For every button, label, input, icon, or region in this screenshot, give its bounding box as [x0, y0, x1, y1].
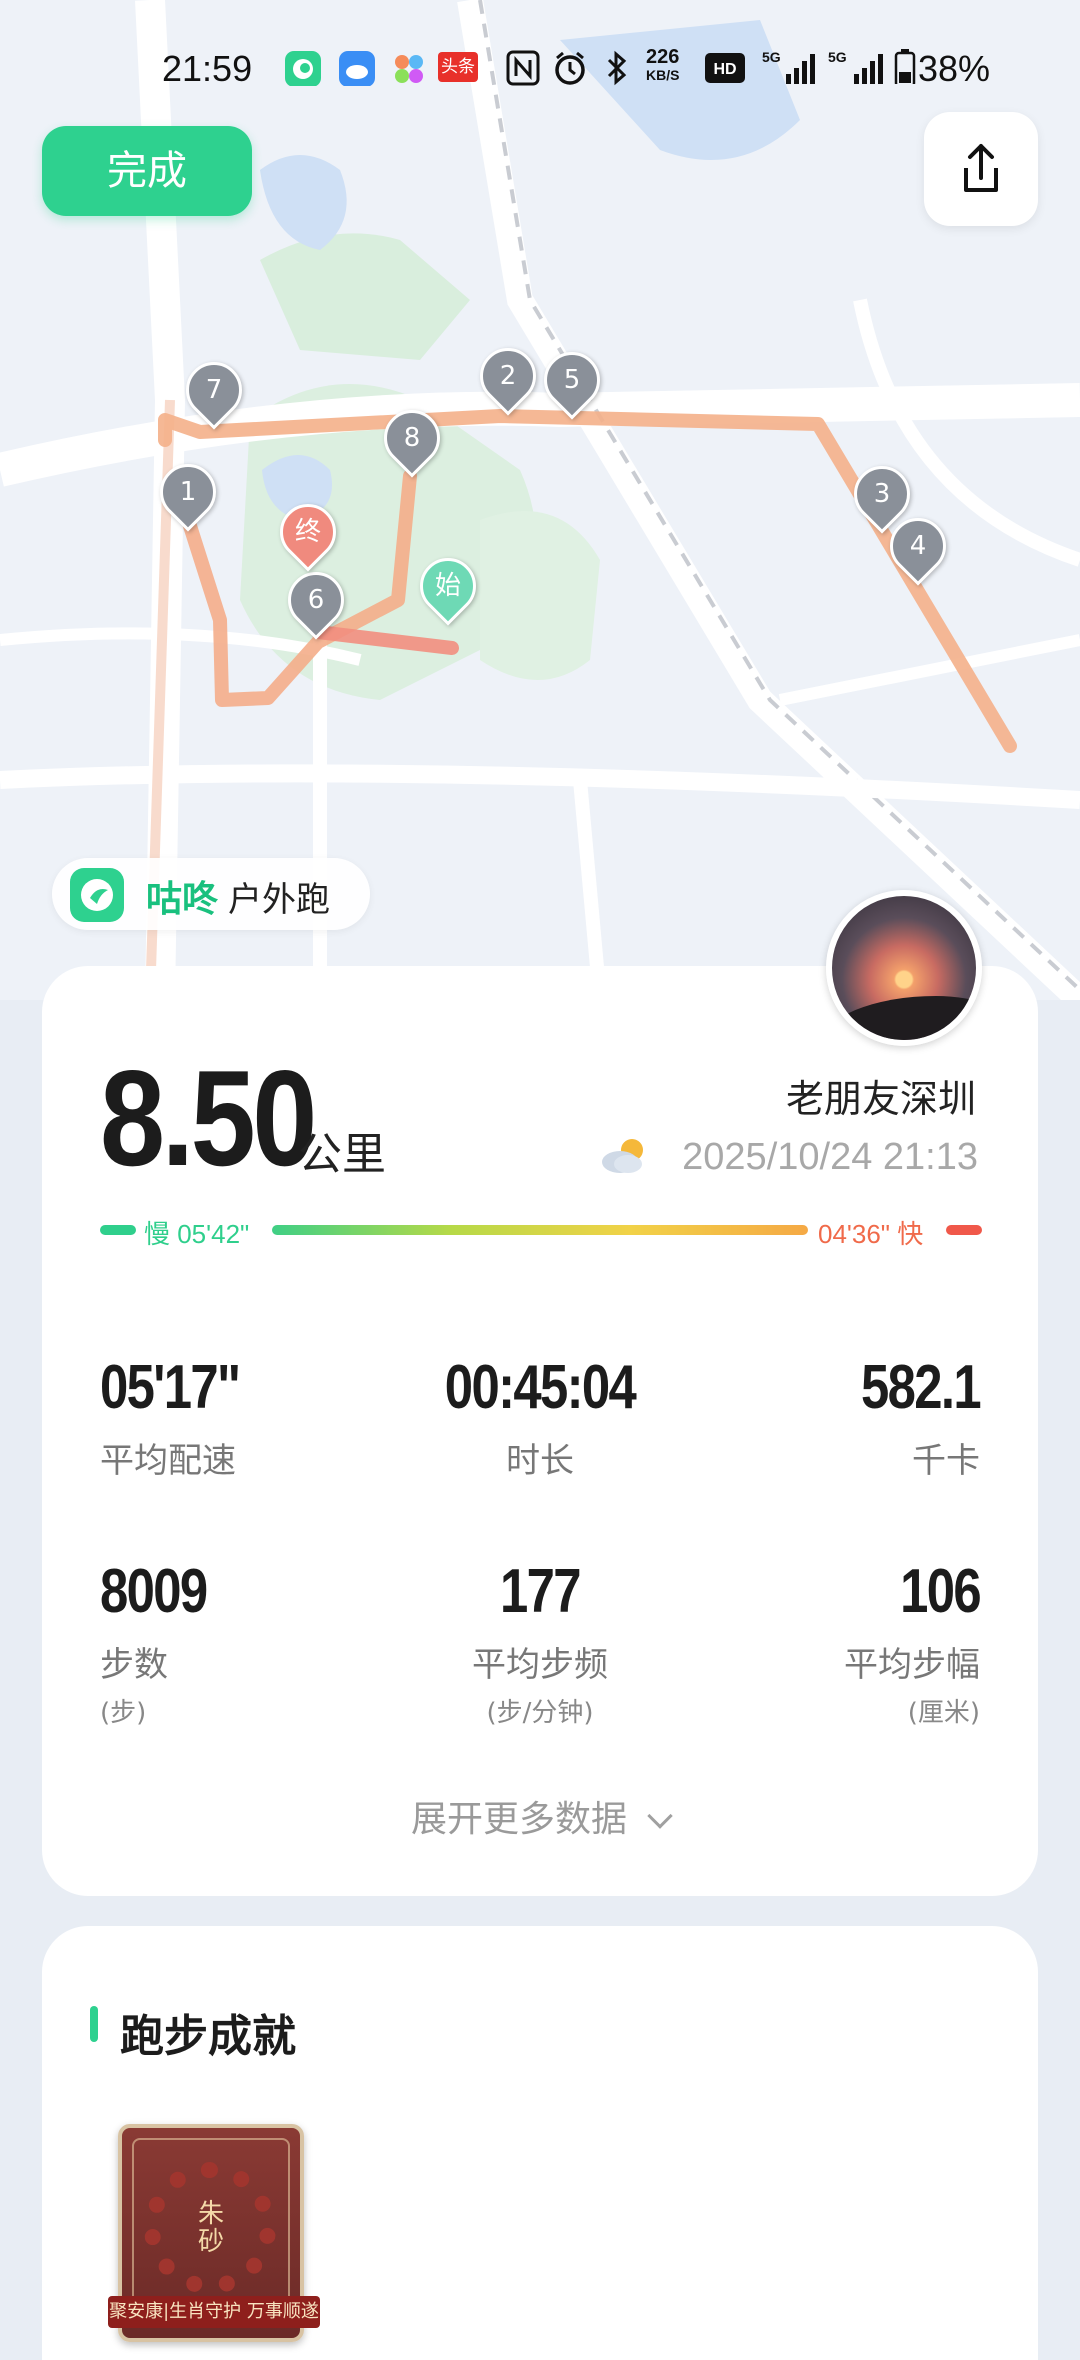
expand-more-button[interactable]: 展开更多数据 [0, 1790, 1080, 1842]
alarm-icon [555, 51, 585, 85]
toutiao-icon: 头条 [438, 52, 478, 82]
brand-chip: 咕咚 户外跑 [52, 858, 370, 930]
section-accent-bar [90, 2006, 98, 2042]
distance-unit: 公里 [298, 1129, 386, 1180]
km-marker-2[interactable]: 2 [468, 336, 548, 418]
bluetooth-icon [607, 50, 627, 86]
badge-caption: 聚安康|生肖守护 万事顺遂 [108, 2296, 320, 2328]
stat-avg-pace: 05'17" 平均配速 [100, 1353, 241, 1481]
brand-name: 咕咚 [146, 879, 219, 920]
end-marker[interactable]: 终 [268, 492, 348, 574]
user-nickname: 老朋友深圳 [785, 1077, 976, 1121]
pace-range-bar: 慢 05'42" 04'36" 快 [100, 1214, 982, 1249]
colorful-app-icon [395, 55, 423, 83]
battery-icon [894, 49, 916, 84]
km-marker-8[interactable]: 8 [372, 398, 452, 480]
svg-text:5G: 5G [762, 49, 781, 65]
share-button[interactable] [924, 112, 1038, 226]
partly-cloudy-icon [602, 1139, 643, 1173]
signal-5g-icon: 5G [762, 49, 815, 84]
svg-text:HD: HD [713, 61, 736, 78]
achievements-title: 跑步成就 [120, 2011, 296, 2062]
km-marker-6[interactable]: 6 [276, 560, 356, 642]
run-datetime: 2025/10/24 21:13 [682, 1136, 978, 1178]
hd-icon: HD [705, 53, 745, 83]
stat-duration: 00:45:04 时长 [444, 1353, 637, 1481]
expand-label: 展开更多数据 [410, 1799, 627, 1840]
pace-fast-label: 04'36" 快 [818, 1219, 924, 1249]
start-marker[interactable]: 始 [408, 546, 488, 628]
km-marker-7[interactable]: 7 [174, 350, 254, 432]
km-marker-1[interactable]: 1 [148, 452, 228, 534]
done-button[interactable]: 完成 [42, 126, 252, 216]
km-marker-5[interactable]: 5 [532, 340, 612, 422]
signal-5g-icon-2: 5G [828, 49, 883, 84]
stat-cadence: 177 平均步频 (步/分钟) [472, 1557, 608, 1728]
svg-text:5G: 5G [828, 49, 847, 65]
stat-steps: 8009 步数 (步) [100, 1557, 208, 1728]
gudong-logo-icon [70, 868, 124, 922]
distance-value: 8.50 [100, 1042, 317, 1194]
pace-gradient [272, 1225, 808, 1235]
pace-slow-label: 慢 05'42" [144, 1219, 250, 1249]
weather-app-icon [339, 51, 375, 86]
battery-percent: 38% [918, 48, 991, 89]
stat-calories: 582.1 千卡 [860, 1353, 982, 1481]
status-time: 21:59 [162, 48, 253, 89]
gudong-app-icon [285, 51, 321, 86]
share-icon [964, 144, 998, 192]
nfc-icon [506, 50, 540, 86]
stat-stride: 106 平均步幅 (厘米) [844, 1557, 982, 1728]
net-speed: 226 KB/S [646, 46, 680, 83]
chevron-down-icon [647, 1803, 673, 1829]
avatar[interactable] [826, 890, 982, 1046]
sport-mode: 户外跑 [228, 880, 330, 920]
badge-name: 朱砂 [197, 2199, 224, 2257]
km-marker-4[interactable]: 4 [878, 506, 958, 588]
status-bar: 21:59 头条 226 KB/S HD 5G 5G 38% [0, 40, 1080, 100]
